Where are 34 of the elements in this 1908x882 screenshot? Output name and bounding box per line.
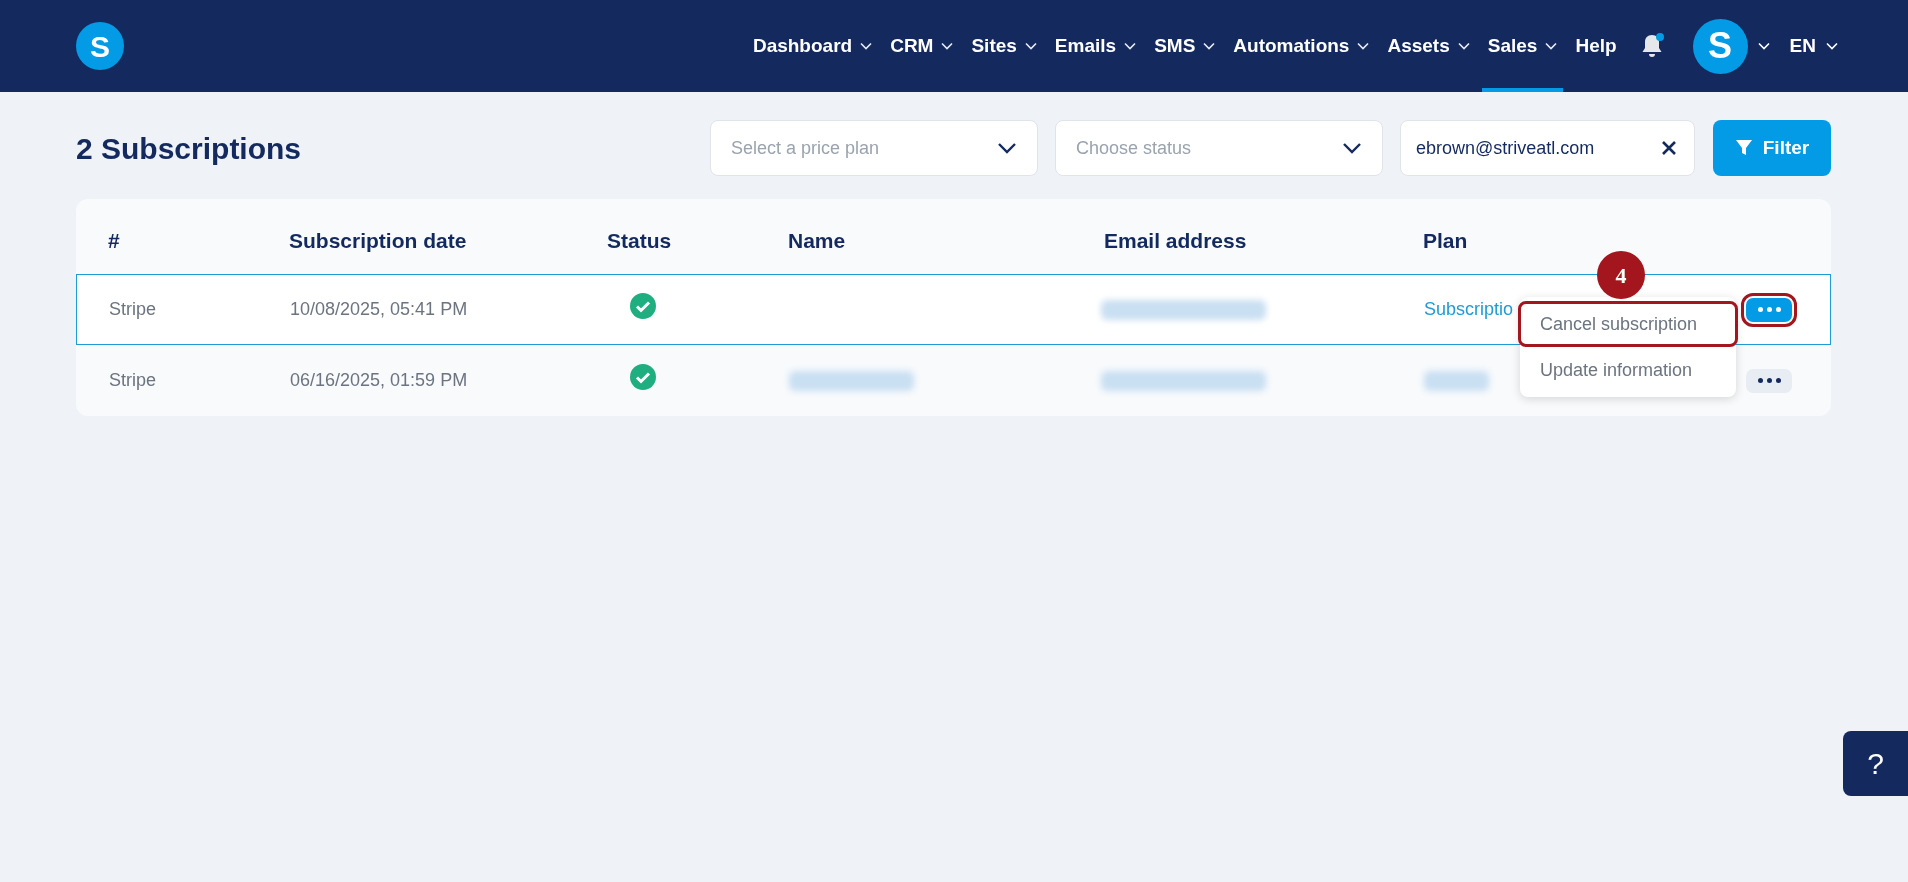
menu-item[interactable]: Cancel subscription — [1520, 303, 1736, 345]
table-cell: 10/08/2025, 05:41 PM — [290, 299, 468, 319]
filter-icon — [1734, 139, 1753, 157]
nav-menu-item[interactable]: Help — [1569, 0, 1623, 92]
chevron-down-icon — [1826, 42, 1838, 50]
chevron-down-icon — [997, 142, 1017, 154]
chevron-down-icon — [1342, 142, 1362, 154]
table-cell: Stripe — [109, 299, 157, 319]
nav-menu-item[interactable]: SMS — [1148, 0, 1222, 92]
column-header: Name — [788, 227, 847, 254]
nav-menu-item[interactable]: CRM — [884, 0, 960, 92]
menu-item[interactable]: Update information — [1520, 349, 1736, 391]
column-header: Plan — [1423, 227, 1469, 254]
nav-menu-item[interactable]: Sales — [1481, 0, 1564, 92]
language-selector[interactable]: EN — [1789, 31, 1838, 61]
column-header: Subscription date — [289, 227, 468, 254]
column-header: Email address — [1104, 227, 1248, 254]
nav-menu-item[interactable]: Automations — [1227, 0, 1376, 92]
nav-menu-item[interactable]: Assets — [1381, 0, 1476, 92]
more-actions-button[interactable] — [1746, 368, 1792, 393]
clear-icon[interactable] — [1662, 141, 1676, 155]
table-cell: 06/16/2025, 01:59 PM — [290, 370, 468, 390]
nav-menu-item[interactable]: Dashboard — [746, 0, 879, 92]
help-button[interactable]: ? — [1843, 731, 1908, 796]
chevron-down-icon — [1757, 42, 1770, 50]
nav-menu-item[interactable]: Sites — [965, 0, 1043, 92]
table-cell: Stripe — [109, 370, 157, 390]
email-search-field[interactable]: ebrown@striveatl.com — [1400, 120, 1695, 176]
step-number-badge: 4 — [1597, 251, 1645, 299]
nav-menu-item[interactable]: Emails — [1048, 0, 1143, 92]
email-input[interactable]: ebrown@striveatl.com — [1416, 134, 1646, 162]
column-header: Status — [607, 227, 673, 254]
column-header: # — [107, 227, 121, 254]
page-title: 2 Subscriptions — [76, 130, 302, 167]
